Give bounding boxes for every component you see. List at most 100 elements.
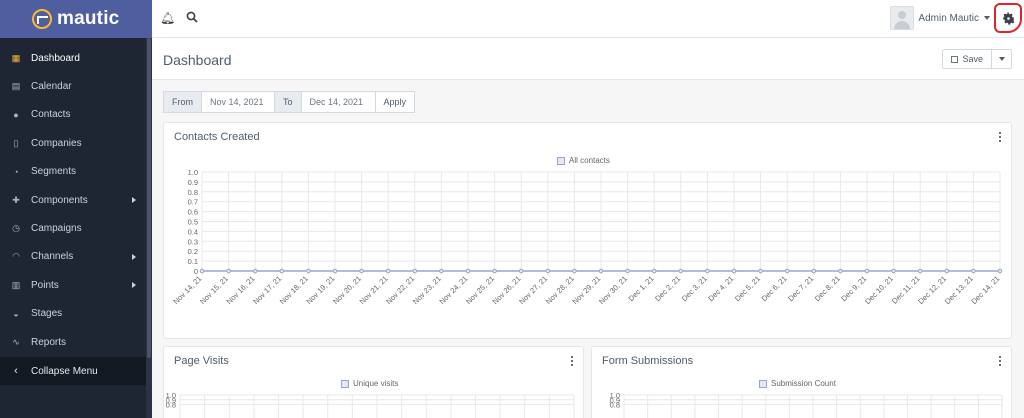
sidebar-item-calendar[interactable]: ▤ Calendar (0, 72, 146, 100)
sidebar-item-campaigns[interactable]: ◷ Campaigns (0, 214, 146, 242)
clock-icon: ◷ (12, 223, 20, 234)
data-point (572, 268, 577, 274)
brand-name: mautic (57, 8, 120, 29)
page-visits-widget: Page Visits Unique visits 1.0 0.9 0.8 (163, 346, 584, 418)
sidebar-item-companies[interactable]: ▯ Companies (0, 129, 146, 157)
sidebar-item-label: Dashboard (31, 52, 80, 64)
y-tick-label: 0.6 (188, 208, 198, 217)
collapse-menu-label: Collapse Menu (31, 365, 98, 377)
data-point (838, 268, 843, 274)
collapse-menu-button[interactable]: ‹ Collapse Menu (0, 357, 146, 385)
sidebar-item-label: Reports (31, 336, 67, 348)
bell-icon[interactable]: 🔔︎ (160, 11, 175, 25)
sidebar-item-label: Contacts (31, 109, 71, 121)
data-point (465, 268, 471, 274)
data-point (199, 268, 205, 274)
building-icon: ▯ (13, 137, 19, 148)
x-tick-label: Dec 3, 21 (680, 274, 709, 303)
line-chart-icon: ∿ (12, 336, 20, 347)
chevron-right-icon (132, 282, 136, 289)
save-dropdown-toggle[interactable] (992, 49, 1012, 69)
form-submissions-widget: Form Submissions Submission Count 1.0 0.9… (591, 346, 1012, 418)
from-label: From (164, 92, 201, 112)
to-date-input[interactable]: Dec 14, 2021 (300, 92, 376, 112)
pie-icon: ◔ (13, 166, 19, 177)
user-name: Admin Mautic (918, 12, 979, 24)
sidebar-item-label: Components (31, 194, 88, 206)
form-submissions-chart: 1.00.90.8 (610, 391, 1003, 418)
sidebar-item-reports[interactable]: ∿ Reports (0, 328, 146, 356)
chevron-down-icon (998, 57, 1005, 61)
x-tick-label: Dec 1, 21 (627, 274, 656, 303)
data-point (385, 268, 391, 274)
sidebar-item-stages[interactable]: ◒ Stages (0, 300, 146, 328)
y-tick-label: 0.3 (188, 237, 198, 246)
from-date-input[interactable]: Nov 14, 2021 (201, 92, 275, 112)
data-point (545, 268, 551, 274)
y-tick-label: 0.1 (188, 257, 198, 266)
rss-icon: ◠ (12, 251, 20, 262)
sidebar-item-label: Stages (31, 308, 63, 320)
calculator-icon: ▥ (11, 279, 21, 290)
data-point (439, 268, 444, 274)
dashboard-icon: ▦ (11, 52, 21, 63)
sidebar-item-channels[interactable]: ◠ Channels (0, 243, 146, 271)
chevron-down-icon (984, 16, 990, 20)
data-point (731, 268, 737, 274)
x-tick-label: Dec 8, 21 (813, 274, 842, 303)
save-label: Save (962, 54, 983, 64)
x-tick-label: Dec 14, 21 (969, 274, 1001, 306)
sidebar-item-contacts[interactable]: ● Contacts (0, 101, 146, 129)
data-point (492, 268, 497, 274)
contacts-created-chart: 1.00.90.80.70.60.50.40.30.20.10Nov 14, 2… (171, 168, 1003, 306)
y-tick-label: 0.5 (188, 218, 198, 227)
settings-button[interactable] (994, 3, 1022, 33)
x-tick-label: Dec 10, 21 (863, 274, 895, 306)
tachometer-icon: ◒ (13, 308, 19, 319)
page-title: Dashboard (163, 52, 232, 68)
chevron-left-icon: ‹ (14, 365, 18, 377)
top-bar: 🔔︎ Admin Mautic (152, 0, 1024, 38)
sidebar-item-dashboard[interactable]: ▦ Dashboard (0, 44, 146, 72)
data-point (332, 268, 338, 274)
y-tick-label: 0.8 (188, 188, 198, 197)
data-point (944, 268, 950, 274)
data-point (625, 268, 630, 274)
sidebar-item-label: Channels (31, 251, 74, 263)
sidebar-item-components[interactable]: ✚ Components (0, 186, 146, 214)
gear-icon (1002, 11, 1014, 25)
apply-button[interactable]: Apply (375, 92, 415, 112)
data-point (705, 268, 710, 274)
data-point (412, 268, 418, 274)
sidebar-item-label: Segments (31, 166, 77, 178)
data-point (758, 268, 763, 274)
data-point (651, 268, 657, 274)
y-tick-label: 1.0 (188, 168, 198, 177)
x-tick-label: Nov 30, 21 (597, 274, 629, 306)
sidebar-item-label: Campaigns (31, 223, 82, 235)
y-tick-label: 0.2 (188, 247, 198, 256)
brand-header[interactable]: mautic (0, 0, 152, 38)
save-button[interactable]: Save (942, 49, 992, 69)
data-point (598, 268, 604, 274)
mautic-logo-icon (32, 9, 52, 29)
save-button-group: Save (942, 49, 1012, 69)
sidebar-item-segments[interactable]: ◔ Segments (0, 158, 146, 186)
sidebar-item-label: Companies (31, 137, 82, 149)
y-tick-label: 0.4 (188, 227, 198, 236)
search-icon[interactable] (185, 11, 199, 25)
x-tick-label: Dec 6, 21 (760, 274, 789, 303)
sidebar-item-points[interactable]: ▥ Points (0, 271, 146, 299)
puzzle-icon: ✚ (12, 194, 20, 205)
avatar (890, 6, 915, 30)
x-tick-label: Dec 2, 21 (653, 274, 682, 303)
sidebar-scrollbar[interactable] (146, 38, 152, 418)
data-point (279, 268, 285, 274)
data-point (252, 268, 258, 274)
chevron-right-icon (132, 196, 136, 203)
chevron-right-icon (132, 253, 136, 260)
y-tick-label: 0.8 (166, 401, 176, 410)
to-label: To (275, 92, 301, 112)
page-visits-chart: 1.00.90.8 (166, 391, 575, 418)
user-menu[interactable]: Admin Mautic (890, 6, 990, 30)
